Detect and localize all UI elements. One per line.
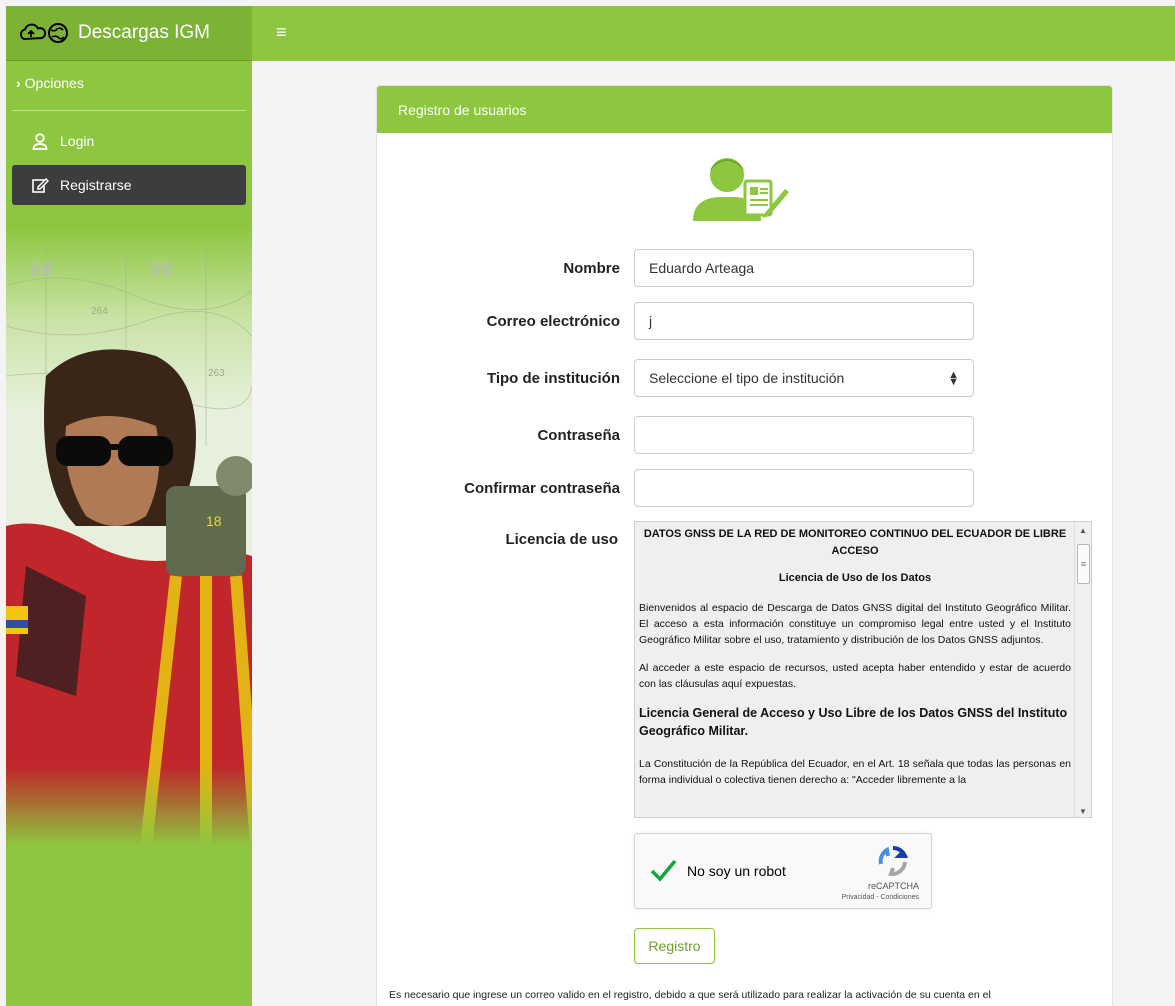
license-paragraph: Al acceder a este espacio de recursos, u…: [639, 662, 1071, 690]
license-scrollbar[interactable]: ▲ ≡ ▼: [1074, 522, 1091, 817]
brand[interactable]: Descargas IGM: [6, 6, 252, 61]
captcha-checkmark-icon[interactable]: [649, 858, 677, 887]
license-content: DATOS GNSS DE LA RED DE MONITOREO CONTIN…: [635, 522, 1091, 788]
edit-icon: [30, 177, 50, 193]
sidebar-item-registrarse[interactable]: Registrarse: [12, 165, 246, 205]
correo-label: Correo electrónico: [486, 313, 620, 330]
sidebar-item-label: Login: [60, 133, 95, 149]
email-field[interactable]: j: [634, 302, 974, 340]
registration-card: Registro de usuarios Nombre Eduardo Arte…: [376, 85, 1113, 1006]
top-bar: Descargas IGM ≡: [6, 6, 1175, 61]
captcha-label[interactable]: No soy un robot: [687, 863, 786, 879]
register-button[interactable]: Registro: [634, 928, 715, 964]
cloud-globe-icon: [18, 22, 72, 44]
institution-type-value: Seleccione el tipo de institución: [649, 370, 845, 386]
menu-toggle-icon[interactable]: ≡: [276, 23, 294, 41]
recaptcha-widget: No soy un robot reCAPTCHA Privacidad - C…: [634, 833, 932, 909]
license-paragraph: Bienvenidos al espacio de Descarga de Da…: [639, 602, 1071, 646]
tipo-label: Tipo de institución: [486, 370, 620, 387]
license-title: DATOS GNSS DE LA RED DE MONITOREO CONTIN…: [643, 528, 1067, 557]
sidebar-options[interactable]: › Opciones: [6, 61, 252, 105]
captcha-links[interactable]: Privacidad - Condiciones: [842, 894, 919, 901]
scroll-thumb[interactable]: ≡: [1077, 544, 1090, 584]
license-section-heading: Licencia General de Acceso y Uso Libre d…: [639, 706, 1068, 738]
license-textarea[interactable]: DATOS GNSS DE LA RED DE MONITOREO CONTIN…: [634, 521, 1092, 818]
email-value: j: [649, 313, 653, 329]
brand-title: Descargas IGM: [78, 22, 210, 43]
nombre-value: Eduardo Arteaga: [649, 260, 755, 276]
sidebar: › Opciones Login Registrarse 89 90 264 2…: [6, 61, 252, 1006]
nombre-input[interactable]: Eduardo Arteaga: [634, 249, 974, 287]
sidebar-item-label: Registrarse: [60, 177, 132, 193]
footnote: Es necesario que ingrese un correo valid…: [389, 989, 991, 1001]
password-label: Contraseña: [537, 427, 620, 444]
recaptcha-logo-icon: [877, 846, 909, 881]
sidebar-options-label: Opciones: [24, 75, 84, 91]
sidebar-item-login[interactable]: Login: [12, 121, 246, 161]
user-icon: [30, 132, 50, 150]
license-subtitle: Licencia de Uso de los Datos: [778, 572, 932, 584]
institution-type-select[interactable]: Seleccione el tipo de institución ▲ ▼: [634, 359, 974, 397]
confirm-password-field[interactable]: [634, 469, 974, 507]
captcha-brand: reCAPTCHA: [867, 881, 919, 891]
license-label: Licencia de uso: [505, 531, 618, 548]
surveyor-photo: 89 90 264 263 18: [6, 226, 252, 846]
nombre-label: Nombre: [563, 260, 620, 277]
license-paragraph: La Constitución de la República del Ecua…: [639, 758, 1071, 786]
password-field[interactable]: [634, 416, 974, 454]
scroll-up-icon[interactable]: ▲: [1075, 522, 1091, 538]
user-register-icon: [687, 153, 791, 225]
select-arrows-icon: ▲ ▼: [948, 369, 959, 388]
scroll-down-icon[interactable]: ▼: [1075, 803, 1091, 817]
confirm-password-label: Confirmar contraseña: [464, 480, 620, 497]
card-header: Registro de usuarios: [377, 86, 1112, 133]
chevron-right-icon: ›: [16, 75, 21, 91]
